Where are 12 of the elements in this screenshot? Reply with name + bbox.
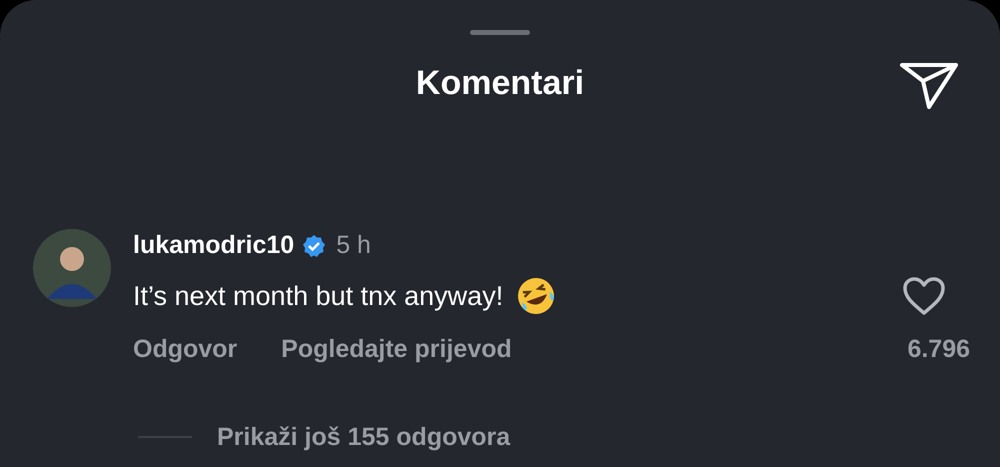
send-icon[interactable] xyxy=(899,61,959,111)
view-replies-link[interactable]: Prikaži još 155 odgovora xyxy=(217,418,510,456)
sheet-title: Komentari xyxy=(416,62,584,104)
like-count: 6.796 xyxy=(907,334,970,365)
drag-handle[interactable] xyxy=(470,30,530,35)
heart-icon[interactable] xyxy=(902,276,946,316)
comment-text: It’s next month but tnx anyway! xyxy=(133,280,504,313)
comment-time: 5 h xyxy=(336,230,371,262)
comment-action-link[interactable]: Odgovor xyxy=(133,331,238,368)
avatar[interactable] xyxy=(33,229,111,307)
comment-action-link[interactable]: Pogledajte prijevod xyxy=(281,331,512,368)
username[interactable]: lukamodric10 xyxy=(133,227,294,265)
